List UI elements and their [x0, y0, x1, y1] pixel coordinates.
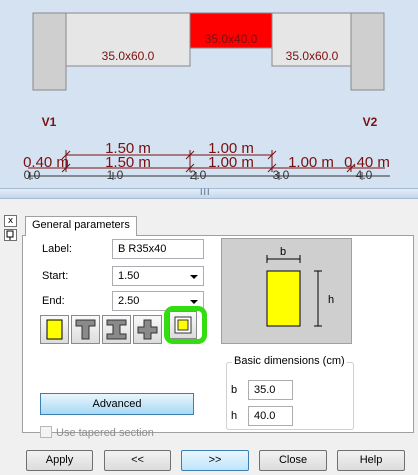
- section-rect-button[interactable]: [40, 315, 69, 344]
- previous-button[interactable]: <<: [104, 450, 171, 471]
- close-button[interactable]: Close: [259, 450, 327, 471]
- label-field[interactable]: B R35x40: [112, 239, 204, 259]
- cross-section-icon: [137, 319, 158, 340]
- advanced-button[interactable]: Advanced: [40, 393, 194, 415]
- column-v1: [32, 12, 67, 91]
- ruler: [28, 172, 390, 180]
- start-value: 1.50: [118, 270, 140, 282]
- general-parameters-page: Label: B R35x40 Start: 1.50 End: 2.50 Ad…: [22, 236, 414, 439]
- splitter-grip: III: [200, 187, 211, 197]
- section-preview-drawing: b h: [266, 246, 334, 327]
- beam-model-view: 35.0x60.0 35.0x40.0 35.0x60.0 V1 V2 1.50…: [23, 12, 390, 182]
- basic-dimensions-group: Basic dimensions (cm) b 35.0 h 40.0: [226, 355, 354, 430]
- ruler-tick-label: 1.0: [107, 168, 124, 182]
- panel-splitter[interactable]: III: [0, 187, 418, 199]
- beam-section-label: 35.0x60.0: [102, 49, 155, 63]
- pin-panel-button[interactable]: [4, 229, 17, 241]
- rectangular-section-icon: [46, 319, 63, 340]
- preview-b-label: b: [280, 246, 286, 258]
- highlight-marker: [164, 306, 207, 344]
- t-section-icon: [75, 319, 96, 340]
- next-button[interactable]: >>: [181, 450, 249, 471]
- tab-general-parameters[interactable]: General parameters: [25, 216, 137, 237]
- chevron-down-icon: [190, 300, 198, 304]
- section-i-button[interactable]: [102, 315, 131, 344]
- label-caption: Label:: [42, 243, 72, 255]
- beam-section-label: 35.0x60.0: [286, 49, 339, 63]
- close-icon: x: [7, 216, 14, 226]
- start-select[interactable]: 1.50: [112, 266, 204, 286]
- end-value: 2.50: [118, 295, 140, 307]
- span-dimension: 1.00 m: [288, 154, 334, 171]
- i-section-icon: [106, 319, 127, 340]
- apply-button[interactable]: Apply: [26, 450, 93, 471]
- b-caption: b: [231, 384, 238, 396]
- checkbox-icon: [40, 426, 52, 438]
- column-label: V1: [42, 115, 57, 129]
- end-caption: End:: [42, 295, 65, 307]
- section-t-button[interactable]: [71, 315, 100, 344]
- properties-panel: x General parameters Label: B R35x40 Sta…: [0, 199, 418, 475]
- h-field[interactable]: 40.0: [248, 406, 293, 426]
- chevron-down-icon: [190, 275, 198, 279]
- ruler-tick-label: 4.0: [356, 168, 373, 182]
- section-cross-button[interactable]: [133, 315, 162, 344]
- b-field[interactable]: 35.0: [248, 380, 293, 400]
- section-preview: b h: [221, 238, 352, 344]
- tab-strip: General parameters: [22, 216, 414, 237]
- help-button[interactable]: Help: [337, 450, 405, 471]
- start-caption: Start:: [42, 270, 69, 282]
- use-tapered-section-checkbox[interactable]: Use tapered section: [40, 426, 154, 439]
- close-panel-button[interactable]: x: [4, 215, 17, 227]
- model-canvas[interactable]: 35.0x60.0 35.0x40.0 35.0x60.0 V1 V2 1.50…: [0, 0, 418, 188]
- h-caption: h: [231, 410, 238, 422]
- ruler-tick-label: 3.0: [273, 168, 290, 182]
- pin-icon: [6, 230, 14, 240]
- beam-section-label: 35.0x40.0: [205, 32, 258, 46]
- ruler-tick-label: 0.0: [24, 168, 41, 182]
- tapered-label: Use tapered section: [56, 427, 154, 439]
- basic-dimensions-title: Basic dimensions (cm): [232, 355, 347, 367]
- ruler-tick-label: 2.0: [190, 168, 207, 182]
- column-v2: [350, 12, 385, 91]
- preview-h-label: h: [328, 294, 334, 306]
- column-label: V2: [363, 115, 378, 129]
- span-dimension: 1.00 m: [208, 154, 254, 171]
